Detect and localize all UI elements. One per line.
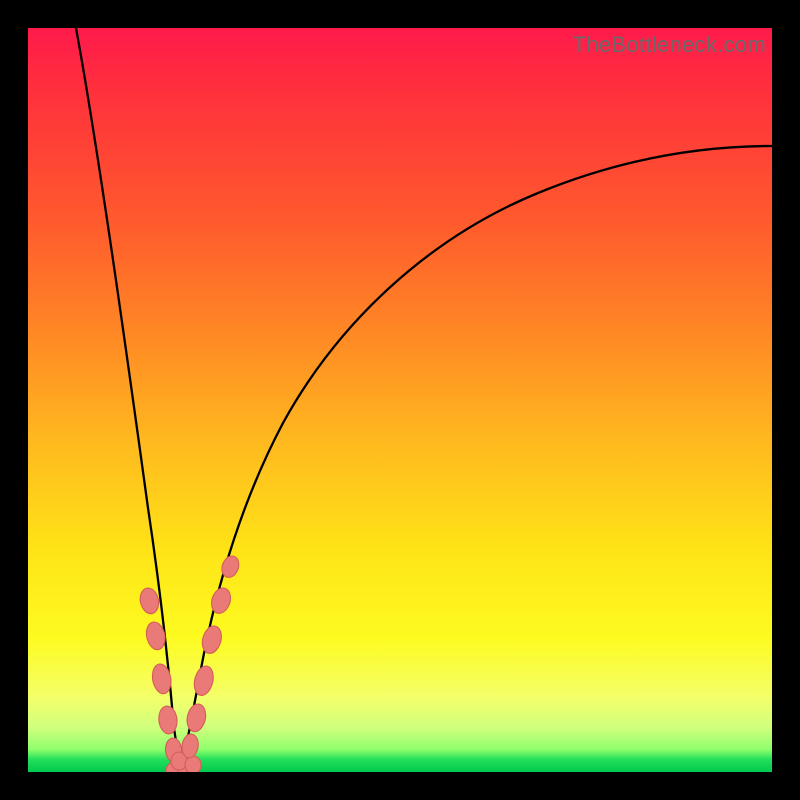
marker-lobe — [187, 704, 206, 732]
marker-lobe — [194, 666, 213, 695]
marker-cluster — [140, 556, 239, 772]
curve-right-branch — [181, 146, 772, 768]
bottleneck-curve — [28, 28, 772, 772]
watermark-text: TheBottleneck.com — [573, 32, 766, 58]
plot-area: TheBottleneck.com — [28, 28, 772, 772]
marker-lobe — [222, 556, 239, 577]
marker-lobe — [182, 734, 198, 758]
marker-lobe — [212, 588, 231, 613]
marker-lobe — [202, 626, 221, 653]
marker-lobe — [159, 706, 177, 734]
curve-left-branch — [76, 28, 181, 768]
marker-lobe — [140, 588, 158, 614]
marker-lobe — [146, 622, 165, 650]
chart-frame: TheBottleneck.com — [0, 0, 800, 800]
marker-lobe — [185, 756, 201, 772]
